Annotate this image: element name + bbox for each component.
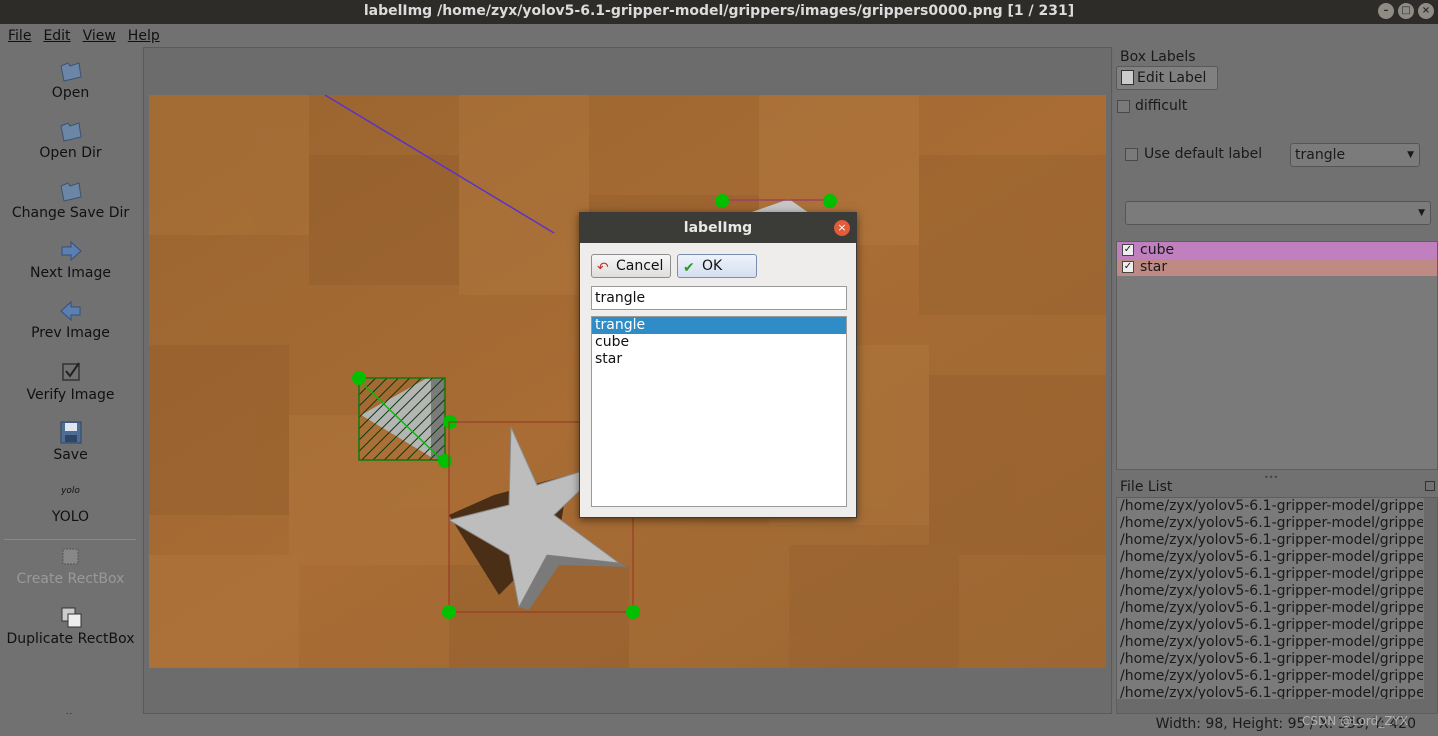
label-item-cube[interactable]: ✓ cube <box>1117 242 1437 259</box>
create-rectbox-button[interactable]: Create RectBox <box>0 543 141 587</box>
label-option[interactable]: trangle <box>592 317 846 334</box>
yolo-format-button[interactable]: yolo YOLO <box>0 481 141 525</box>
close-icon[interactable]: × <box>834 220 850 236</box>
duplicate-rectbox-button[interactable]: Duplicate RectBox <box>0 603 141 647</box>
yolo-icon: yolo <box>61 486 80 496</box>
label-item-star[interactable]: ✓ star <box>1117 259 1437 276</box>
use-default-label-checkbox[interactable] <box>1125 148 1138 161</box>
open-button[interactable]: Open <box>0 57 141 101</box>
box-labels-title: Box Labels <box>1120 49 1196 65</box>
cancel-button[interactable]: ↶ Cancel <box>591 254 671 278</box>
duplicate-icon <box>61 607 81 628</box>
menu-help[interactable]: Help <box>122 28 166 44</box>
maximize-icon[interactable]: □ <box>1398 3 1414 19</box>
right-dock: Box Labels Edit Label difficult Use defa… <box>1114 47 1438 714</box>
file-list-item[interactable]: /home/zyx/yolov5-6.1-gripper-model/gripp… <box>1117 583 1423 600</box>
file-list-item[interactable]: /home/zyx/yolov5-6.1-gripper-model/gripp… <box>1117 549 1423 566</box>
verify-image-button[interactable]: Verify Image <box>0 359 141 403</box>
minimize-icon[interactable]: – <box>1378 3 1394 19</box>
difficult-checkbox[interactable] <box>1117 100 1130 113</box>
save-button[interactable]: Save <box>0 419 141 463</box>
folder-icon <box>59 182 82 202</box>
file-list-item[interactable]: /home/zyx/yolov5-6.1-gripper-model/gripp… <box>1117 634 1423 651</box>
edit-icon <box>1121 70 1134 85</box>
file-list-item[interactable]: /home/zyx/yolov5-6.1-gripper-model/gripp… <box>1117 651 1423 668</box>
label-visible-checkbox[interactable]: ✓ <box>1122 244 1134 256</box>
file-list: /home/zyx/yolov5-6.1-gripper-model/gripp… <box>1116 497 1438 714</box>
undo-icon: ↶ <box>597 260 609 276</box>
file-list-item[interactable]: /home/zyx/yolov5-6.1-gripper-model/gripp… <box>1117 515 1423 532</box>
menu-file[interactable]: File <box>2 28 37 44</box>
file-list-item[interactable]: /home/zyx/yolov5-6.1-gripper-model/gripp… <box>1117 498 1423 515</box>
checkbox-icon <box>61 362 80 381</box>
prev-image-button[interactable]: Prev Image <box>0 297 141 341</box>
edit-label-button[interactable]: Edit Label <box>1116 66 1218 90</box>
menu-bar: File Edit View Help <box>0 24 1438 47</box>
dock-splitter[interactable]: ••• <box>1264 473 1278 482</box>
watermark: CSDN @Lord_ZYX <box>1302 714 1408 728</box>
box-label-list: ✓ cube ✓ star <box>1116 241 1438 470</box>
file-list-item[interactable]: /home/zyx/yolov5-6.1-gripper-model/gripp… <box>1117 532 1423 549</box>
close-window-icon[interactable]: × <box>1418 3 1434 19</box>
chevron-down-icon: ▼ <box>1418 208 1425 218</box>
difficult-label: difficult <box>1135 98 1188 114</box>
window-title: labelImg /home/zyx/yolov5-6.1-gripper-mo… <box>363 3 1075 19</box>
label-filter-select[interactable]: ▼ <box>1125 201 1431 225</box>
menu-edit[interactable]: Edit <box>37 28 76 44</box>
title-bar: labelImg /home/zyx/yolov5-6.1-gripper-mo… <box>0 0 1438 24</box>
file-list-item[interactable]: /home/zyx/yolov5-6.1-gripper-model/gripp… <box>1117 600 1423 617</box>
file-list-item[interactable]: /home/zyx/yolov5-6.1-gripper-model/gripp… <box>1117 566 1423 583</box>
file-list-horizontal-scrollbar[interactable] <box>1117 699 1437 713</box>
float-dock-icon[interactable] <box>1425 481 1435 491</box>
open-dir-button[interactable]: Open Dir <box>0 117 141 161</box>
ok-button[interactable]: ✔ OK <box>677 254 757 278</box>
menu-view[interactable]: View <box>77 28 122 44</box>
folder-icon <box>59 122 82 142</box>
label-options-list: trangle cube star <box>591 316 847 507</box>
label-option[interactable]: cube <box>592 334 846 351</box>
toolbar: Open Open Dir Change Save Dir Next Image… <box>0 47 141 721</box>
label-visible-checkbox[interactable]: ✓ <box>1122 261 1134 273</box>
file-list-vertical-scrollbar[interactable] <box>1424 498 1437 700</box>
file-list-title: File List <box>1120 479 1173 495</box>
change-save-dir-button[interactable]: Change Save Dir <box>0 177 141 221</box>
toolbar-separator <box>4 539 136 540</box>
arrow-left-icon <box>59 300 80 322</box>
label-option[interactable]: star <box>592 351 846 368</box>
file-list-item[interactable]: /home/zyx/yolov5-6.1-gripper-model/gripp… <box>1117 668 1423 685</box>
status-bar: Width: 98, Height: 95 / X: 339, Y: 420 C… <box>0 714 1438 736</box>
floppy-disk-icon <box>60 421 81 444</box>
next-image-button[interactable]: Next Image <box>0 237 141 281</box>
check-icon: ✔ <box>683 260 695 276</box>
label-dialog: labelImg × ↶ Cancel ✔ OK trangle trangle… <box>579 212 857 518</box>
dialog-title-bar: labelImg × <box>580 213 856 243</box>
file-list-item[interactable]: /home/zyx/yolov5-6.1-gripper-model/gripp… <box>1117 617 1423 634</box>
use-default-label-label: Use default label <box>1144 146 1263 162</box>
rectbox-icon <box>62 548 78 565</box>
app-window: labelImg /home/zyx/yolov5-6.1-gripper-mo… <box>0 0 1438 736</box>
label-input[interactable]: trangle <box>591 286 847 310</box>
folder-icon <box>59 62 82 82</box>
arrow-right-icon <box>61 240 82 262</box>
chevron-down-icon: ▼ <box>1407 150 1414 160</box>
default-label-select[interactable]: trangle ▼ <box>1290 143 1420 167</box>
